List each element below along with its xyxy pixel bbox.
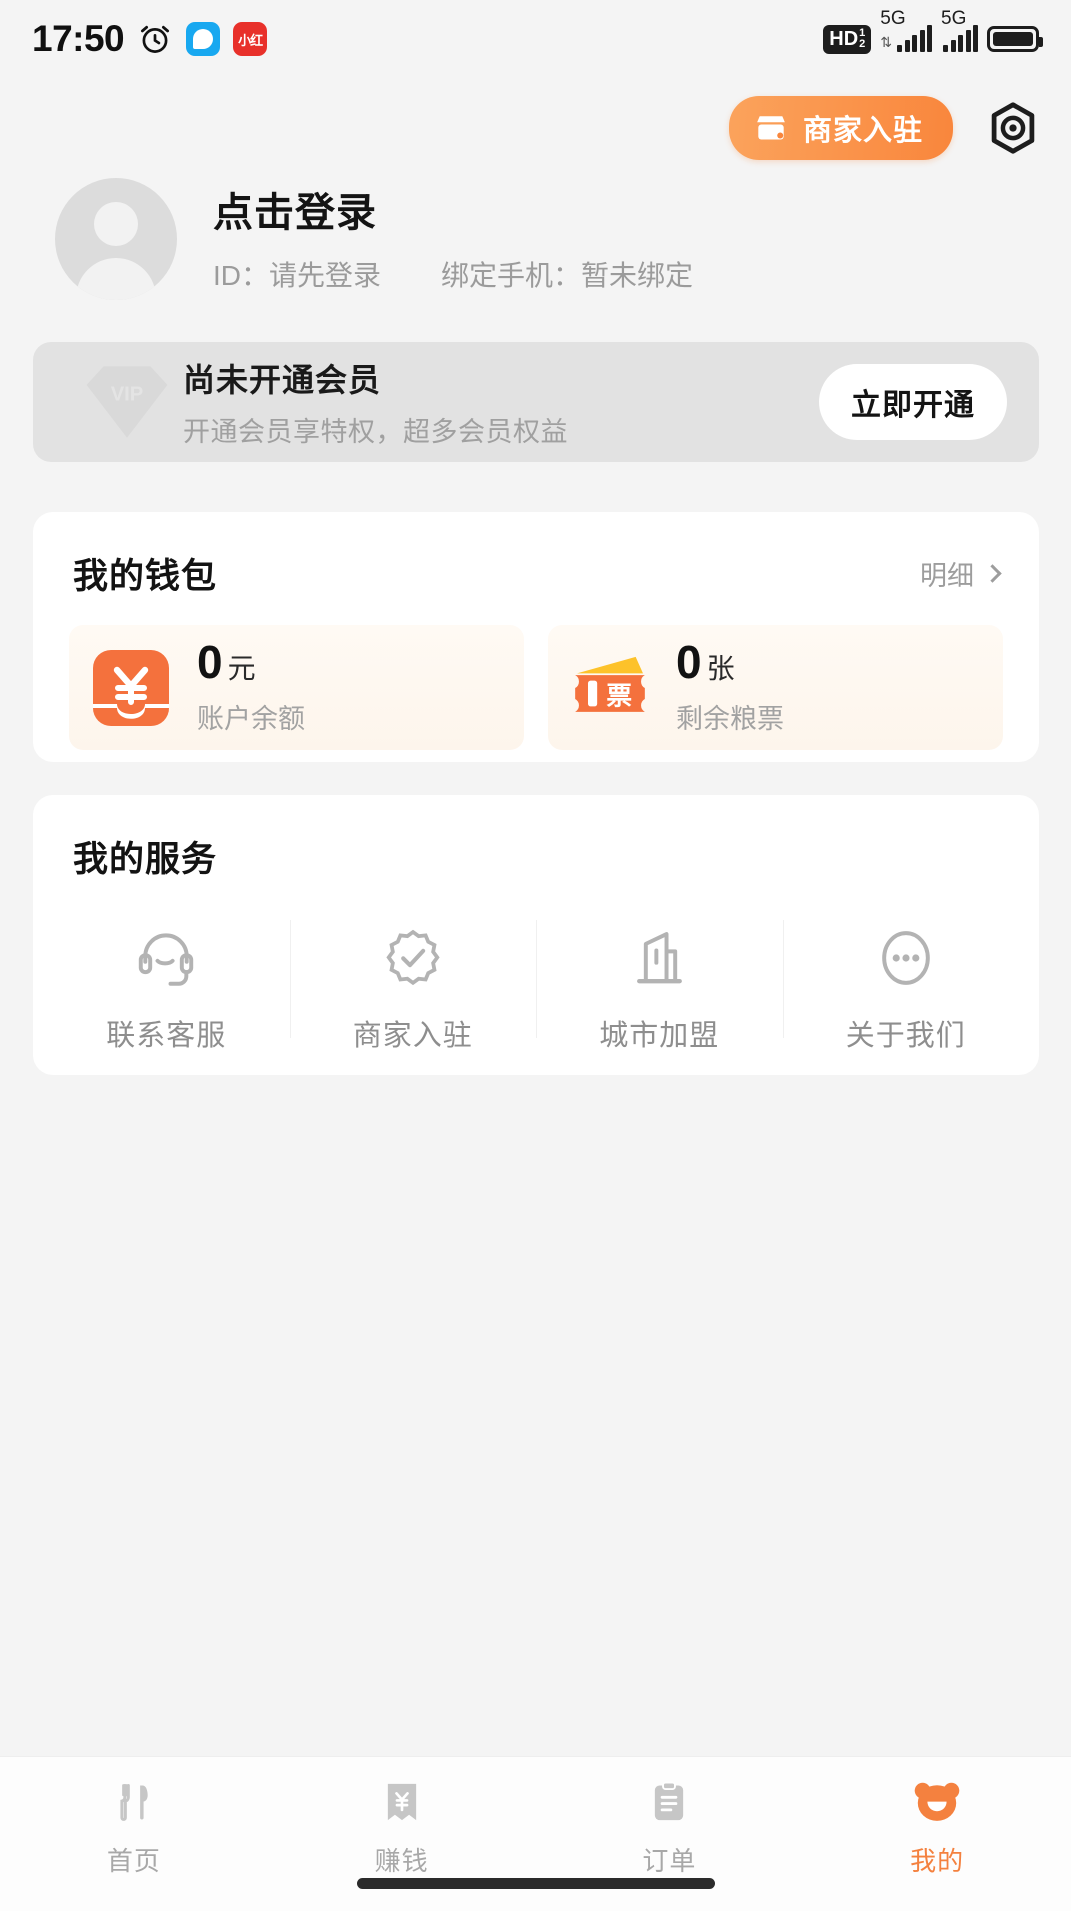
status-bar-right: HD 1 2 5G ⇅ 5G [823,8,1043,54]
signal-icon-1: 5G ⇅ [880,8,932,52]
profile-header[interactable]: 点击登录 ID：请先登录 绑定手机：暂未绑定 [55,178,693,300]
merchant-settle-label: 商家入驻 [802,115,923,147]
tab-earn[interactable]: 赚钱 [268,1775,536,1878]
wallet-detail-label: 明细 [920,561,974,591]
vip-card[interactable]: VIP 尚未开通会员 开通会员享特权，超多会员权益 立即开通 [33,342,1039,462]
service-label-support: 联系客服 [106,1020,227,1052]
data-arrows-icon: ⇅ [880,34,892,50]
wallet-item-coupon[interactable]: 票 0 张 剩余粮票 [548,625,1003,750]
services-grid: 联系客服 商家入驻 城市加盟 关于我们 [33,920,1039,1054]
wallet-coupon-amount-row: 0 张 [676,639,784,685]
wallet-coupon-amount: 0 [676,636,702,688]
status-bar: 17:50 小红 HD 1 2 5G ⇅ 5G [0,0,1071,78]
tab-orders[interactable]: 订单 [536,1775,804,1878]
vip-diamond-icon: VIP [86,366,168,438]
wallet-items: 0 元 账户余额 票 0 张 剩余粮票 [33,625,1039,750]
avatar[interactable] [55,178,177,300]
wallet-balance-texts: 0 元 账户余额 [197,639,305,736]
tab-home[interactable]: 首页 [0,1775,268,1878]
wallet-coupon-label: 剩余粮票 [676,704,784,734]
profile-text-block: 点击登录 ID：请先登录 绑定手机：暂未绑定 [213,180,693,298]
alarm-clock-icon [141,25,170,53]
vip-text-block: 尚未开通会员 开通会员享特权，超多会员权益 [183,355,819,449]
wallet-balance-unit: 元 [227,653,256,684]
earn-money-receipt-icon [375,1775,429,1829]
wallet-coupon-unit: 张 [706,653,735,684]
hexagon-settings-icon[interactable] [985,100,1041,156]
cutlery-icon [107,1775,161,1829]
merchant-settle-button[interactable]: 商家入驻 [728,96,953,160]
wallet-balance-amount: 0 [197,636,223,688]
wallet-item-balance[interactable]: 0 元 账户余额 [69,625,524,750]
status-time: 17:50 [32,18,125,59]
services-title: 我的服务 [73,840,218,879]
bottom-tab-bar: 首页 赚钱 订单 我的 [0,1756,1071,1911]
top-action-row: 商家入驻 [728,96,1041,160]
service-item-city[interactable]: 城市加盟 [536,920,783,1054]
order-clipboard-icon [642,1775,696,1829]
bear-face-icon [910,1775,964,1829]
svg-text:VIP: VIP [111,383,144,405]
bound-phone-text: 绑定手机：暂未绑定 [441,260,694,291]
home-indicator [356,1878,715,1889]
services-card: 我的服务 联系客服 商家入驻 城市加盟 关于我们 [33,795,1039,1075]
wallet-balance-label: 账户余额 [197,704,305,734]
ellipsis-circle-icon [881,931,930,985]
services-header: 我的服务 [33,795,1039,882]
service-label-about: 关于我们 [845,1020,966,1052]
vip-title: 尚未开通会员 [183,362,382,398]
avatar-body [76,258,156,300]
wallet-detail-link[interactable]: 明细 [920,554,1002,593]
tab-label-orders: 订单 [642,1846,697,1876]
wallet-title: 我的钱包 [73,557,218,596]
wallet-yuan-icon [93,649,169,726]
user-id-text: ID：请先登录 [213,260,382,291]
battery-icon [987,26,1043,52]
wallet-header: 我的钱包 明细 [33,512,1039,599]
signal-icon-2: 5G [941,8,978,52]
service-label-merchant: 商家入驻 [352,1020,473,1052]
service-label-city: 城市加盟 [599,1020,720,1052]
tab-label-mine: 我的 [910,1846,965,1876]
service-item-merchant[interactable]: 商家入驻 [289,920,537,1054]
service-item-support[interactable]: 联系客服 [43,926,290,1054]
city-building-icon [637,932,683,984]
service-item-about[interactable]: 关于我们 [782,920,1030,1054]
wallet-card: 我的钱包 明细 0 元 账户余额 票 0 张 剩余粮票 [33,512,1039,762]
svg-text:票: 票 [606,682,632,710]
tab-label-home: 首页 [106,1846,161,1876]
tab-label-earn: 赚钱 [374,1846,429,1876]
verified-badge-icon [386,929,440,986]
chevron-right-icon [983,564,1002,583]
chat-app-icon [186,22,221,56]
tab-mine[interactable]: 我的 [803,1775,1071,1878]
avatar-head [94,202,138,246]
wallet-coupon-texts: 0 张 剩余粮票 [676,639,784,736]
vip-description: 开通会员享特权，超多会员权益 [183,417,568,447]
red-app-icon: 小红 [233,22,268,56]
food-coupon-icon: 票 [575,656,645,712]
login-prompt[interactable]: 点击登录 [213,180,693,238]
app-screen: 17:50 小红 HD 1 2 5G ⇅ 5G 商家入驻 点击登录 ID：请先登… [0,0,1071,1911]
vip-activate-button[interactable]: 立即开通 [819,364,1007,440]
headset-support-icon [139,933,194,986]
profile-meta-row: ID：请先登录 绑定手机：暂未绑定 [213,254,693,294]
status-bar-left: 17:50 小红 [32,18,268,60]
storefront-icon [757,116,785,140]
wallet-balance-amount-row: 0 元 [197,639,305,685]
hd-voice-icon: HD 1 2 [823,24,872,54]
